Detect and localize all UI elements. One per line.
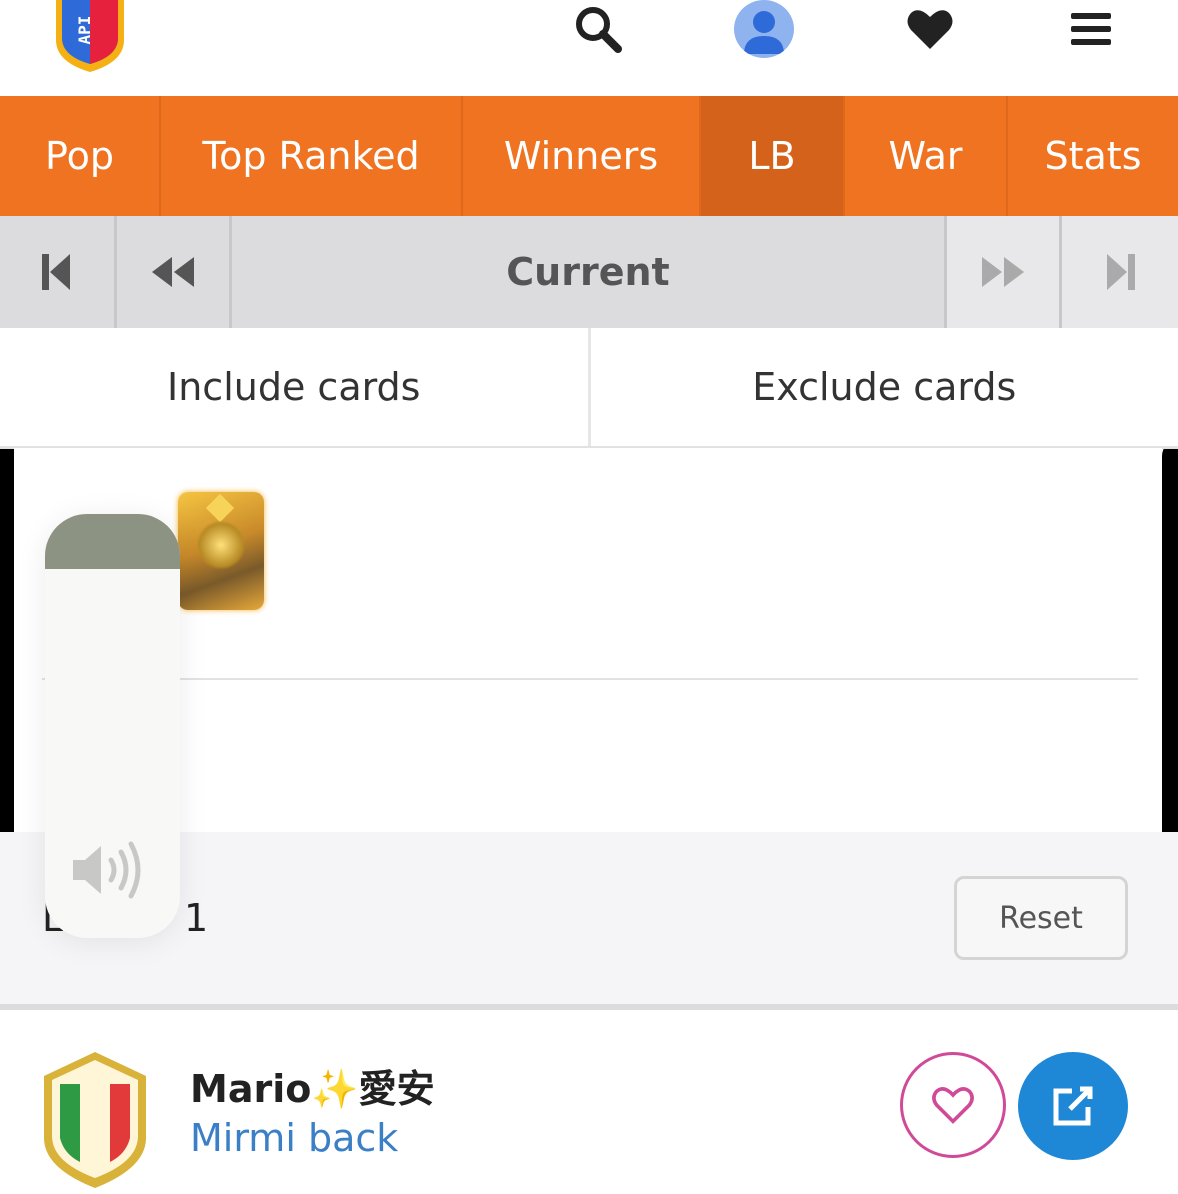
tab-stats[interactable]: Stats bbox=[1008, 96, 1178, 216]
skip-end-icon bbox=[1103, 252, 1137, 292]
speaker-icon bbox=[71, 840, 153, 904]
tab-pop[interactable]: Pop bbox=[0, 96, 161, 216]
volume-overlay[interactable] bbox=[45, 514, 180, 938]
clan-name-link[interactable]: Mirmi back bbox=[190, 1116, 398, 1160]
current-page-label[interactable]: Current bbox=[232, 216, 947, 328]
site-logo[interactable]: API bbox=[52, 0, 128, 72]
card-filter-toggle: Include cards Exclude cards bbox=[0, 328, 1178, 449]
open-external-button[interactable] bbox=[1018, 1052, 1128, 1160]
heart-icon[interactable] bbox=[905, 4, 955, 54]
player-row[interactable]: Mario✨愛安 Mirmi back bbox=[0, 1010, 1178, 1187]
tab-war[interactable]: War bbox=[845, 96, 1008, 216]
fast-forward-icon bbox=[980, 255, 1026, 289]
selected-card[interactable] bbox=[178, 492, 264, 610]
previous-page-button[interactable] bbox=[117, 216, 232, 328]
exclude-cards-button[interactable]: Exclude cards bbox=[588, 328, 1178, 446]
season-pager: Current bbox=[0, 216, 1178, 328]
league-badge-icon bbox=[40, 1050, 150, 1190]
skip-start-icon bbox=[40, 252, 74, 292]
first-page-button[interactable] bbox=[0, 216, 117, 328]
nav-tabs: Pop Top Ranked Winners LB War Stats bbox=[0, 96, 1178, 216]
card-area-divider bbox=[42, 678, 1138, 680]
top-header: API bbox=[0, 0, 1178, 96]
include-cards-button[interactable]: Include cards bbox=[0, 328, 588, 446]
next-page-button[interactable] bbox=[947, 216, 1062, 328]
last-page-button[interactable] bbox=[1062, 216, 1178, 328]
volume-level-bar bbox=[45, 514, 180, 569]
external-link-icon bbox=[1050, 1083, 1096, 1129]
reset-button[interactable]: Reset bbox=[954, 876, 1128, 960]
tab-winners[interactable]: Winners bbox=[463, 96, 701, 216]
selected-cards-area bbox=[14, 448, 1162, 834]
favorite-button[interactable] bbox=[900, 1052, 1006, 1158]
logo-text: API bbox=[75, 16, 94, 45]
menu-icon[interactable] bbox=[1066, 4, 1116, 54]
user-avatar-icon[interactable] bbox=[734, 0, 794, 58]
tab-top-ranked[interactable]: Top Ranked bbox=[161, 96, 463, 216]
search-icon[interactable] bbox=[573, 4, 623, 54]
player-name[interactable]: Mario✨愛安 bbox=[190, 1058, 435, 1113]
rewind-icon bbox=[150, 255, 196, 289]
tab-lb[interactable]: LB bbox=[701, 96, 845, 216]
heart-outline-icon bbox=[931, 1085, 975, 1125]
